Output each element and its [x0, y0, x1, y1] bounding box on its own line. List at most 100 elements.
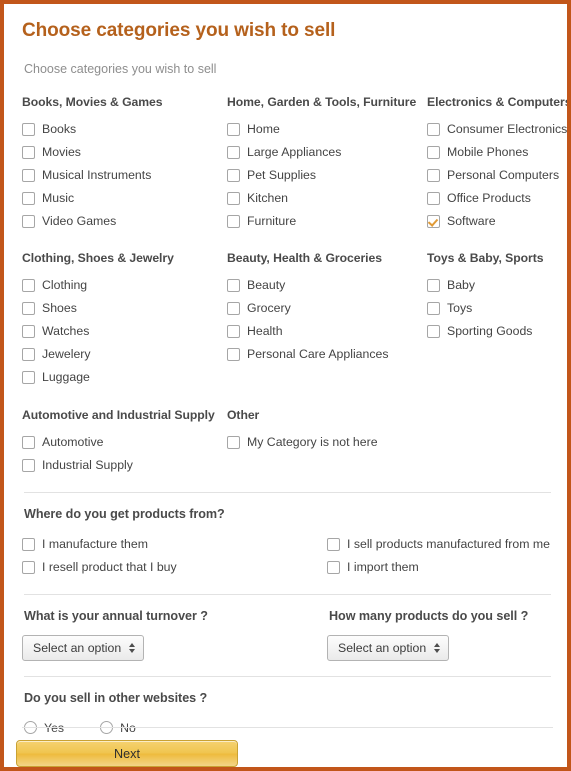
checkbox-i-sell-products-manufactured-from-me[interactable]: [327, 537, 340, 551]
checkbox-row-automotive[interactable]: Automotive: [22, 431, 223, 454]
divider-above-other-websites: [24, 675, 551, 677]
checkbox-label: Movies: [42, 145, 81, 160]
checkbox-shoes[interactable]: [22, 301, 35, 315]
checkbox-row-mobile-phones[interactable]: Mobile Phones: [427, 141, 567, 164]
checkbox-toys[interactable]: [427, 301, 440, 315]
checkbox-row-music[interactable]: Music: [22, 187, 223, 210]
checkbox-label: Music: [42, 191, 75, 206]
checkbox-i-resell-product-that-i-buy[interactable]: [22, 560, 35, 574]
checkbox-label: Home: [247, 122, 280, 137]
turnover-select[interactable]: Select an option: [22, 634, 145, 661]
checkbox-row-pet-supplies[interactable]: Pet Supplies: [227, 164, 423, 187]
checkbox-label: Toys: [447, 301, 473, 316]
checkbox-industrial-supply[interactable]: [22, 458, 35, 472]
questions-grid: What is your annual turnover ? Select an…: [22, 595, 553, 661]
signup-categories-page: Choose categories you wish to sell Choos…: [0, 0, 571, 771]
checkbox-consumer-electronics[interactable]: [427, 122, 440, 136]
checkbox-software[interactable]: [427, 214, 440, 228]
checkbox-row-toys[interactable]: Toys: [427, 297, 549, 320]
checkbox-beauty[interactable]: [227, 278, 240, 292]
checkbox-personal-care-appliances[interactable]: [227, 347, 240, 361]
checkbox-label: Office Products: [447, 191, 531, 206]
checkbox-mobile-phones[interactable]: [427, 145, 440, 159]
checkbox-row-musical-instruments[interactable]: Musical Instruments: [22, 164, 223, 187]
checkbox-row-i-manufacture-them[interactable]: I manufacture them: [22, 533, 327, 556]
checkbox-home[interactable]: [227, 122, 240, 136]
checkbox-luggage[interactable]: [22, 370, 35, 384]
checkbox-grocery[interactable]: [227, 301, 240, 315]
checkbox-label: Automotive: [42, 435, 104, 450]
checkbox-my-category-is-not-here[interactable]: [227, 435, 240, 449]
checkbox-row-luggage[interactable]: Luggage: [22, 366, 223, 389]
checkbox-video-games[interactable]: [22, 214, 35, 228]
checkbox-row-personal-computers[interactable]: Personal Computers: [427, 164, 567, 187]
checkbox-books[interactable]: [22, 122, 35, 136]
checkbox-row-jewelery[interactable]: Jewelery: [22, 343, 223, 366]
checkbox-row-i-sell-products-manufactured-from-me[interactable]: I sell products manufactured from me: [327, 533, 553, 556]
checkbox-row-software[interactable]: Software: [427, 210, 567, 233]
checkbox-label: Beauty: [247, 278, 286, 293]
checkbox-watches[interactable]: [22, 324, 35, 338]
checkbox-row-watches[interactable]: Watches: [22, 320, 223, 343]
checkbox-label: Kitchen: [247, 191, 289, 206]
checkbox-label: I sell products manufactured from me: [347, 537, 550, 552]
checkbox-row-shoes[interactable]: Shoes: [22, 297, 223, 320]
checkbox-baby[interactable]: [427, 278, 440, 292]
category-column-title: Toys & Baby, Sports: [427, 250, 544, 265]
checkbox-personal-computers[interactable]: [427, 168, 440, 182]
checkbox-large-appliances[interactable]: [227, 145, 240, 159]
checkbox-office-products[interactable]: [427, 191, 440, 205]
checkbox-musical-instruments[interactable]: [22, 168, 35, 182]
checkbox-row-health[interactable]: Health: [227, 320, 423, 343]
checkbox-row-sporting-goods[interactable]: Sporting Goods: [427, 320, 549, 343]
checkbox-movies[interactable]: [22, 145, 35, 159]
checkbox-pet-supplies[interactable]: [227, 168, 240, 182]
turnover-select-value: Select an option: [33, 640, 122, 655]
checkbox-clothing[interactable]: [22, 278, 35, 292]
checkbox-row-industrial-supply[interactable]: Industrial Supply: [22, 454, 223, 477]
checkbox-label: Clothing: [42, 278, 88, 293]
checkbox-row-consumer-electronics[interactable]: Consumer Electronics: [427, 118, 567, 141]
checkbox-jewelery[interactable]: [22, 347, 35, 361]
products-count-label: How many products do you sell ?: [329, 608, 529, 623]
checkbox-row-large-appliances[interactable]: Large Appliances: [227, 141, 423, 164]
checkbox-row-i-import-them[interactable]: I import them: [327, 556, 553, 579]
category-column-title: Home, Garden & Tools, Furniture: [227, 94, 417, 109]
checkbox-label: Watches: [42, 324, 90, 339]
checkbox-row-i-resell-product-that-i-buy[interactable]: I resell product that I buy: [22, 556, 327, 579]
checkbox-row-kitchen[interactable]: Kitchen: [227, 187, 423, 210]
category-column-title: Clothing, Shoes & Jewelry: [22, 250, 174, 265]
checkbox-health[interactable]: [227, 324, 240, 338]
chevron-updown-icon: [434, 642, 441, 653]
checkbox-i-import-them[interactable]: [327, 560, 340, 574]
question-products-count: How many products do you sell ? Select a…: [327, 595, 553, 661]
checkbox-row-books[interactable]: Books: [22, 118, 223, 141]
checkbox-music[interactable]: [22, 191, 35, 205]
checkbox-row-clothing[interactable]: Clothing: [22, 274, 223, 297]
checkbox-row-my-category-is-not-here[interactable]: My Category is not here: [227, 431, 549, 454]
checkbox-row-home[interactable]: Home: [227, 118, 423, 141]
checkbox-row-movies[interactable]: Movies: [22, 141, 223, 164]
divider-above-sourcing: [24, 491, 551, 493]
checkbox-row-video-games[interactable]: Video Games: [22, 210, 223, 233]
checkbox-sporting-goods[interactable]: [427, 324, 440, 338]
checkbox-label: I manufacture them: [42, 537, 148, 552]
checkbox-row-beauty[interactable]: Beauty: [227, 274, 423, 297]
checkbox-row-office-products[interactable]: Office Products: [427, 187, 567, 210]
next-button[interactable]: Next: [16, 740, 238, 767]
checkbox-label: I import them: [347, 560, 419, 575]
checkbox-label: Large Appliances: [247, 145, 342, 160]
checkbox-furniture[interactable]: [227, 214, 240, 228]
checkbox-label: Health: [247, 324, 283, 339]
checkbox-row-grocery[interactable]: Grocery: [227, 297, 423, 320]
checkbox-i-manufacture-them[interactable]: [22, 537, 35, 551]
checkbox-row-personal-care-appliances[interactable]: Personal Care Appliances: [227, 343, 423, 366]
checkbox-label: Luggage: [42, 370, 90, 385]
products-count-select[interactable]: Select an option: [327, 634, 450, 661]
checkbox-row-furniture[interactable]: Furniture: [227, 210, 423, 233]
checkbox-label: Furniture: [247, 214, 297, 229]
category-column-home-garden-tools-furniture: Home, Garden & Tools, Furniture Home Lar…: [227, 95, 427, 233]
checkbox-kitchen[interactable]: [227, 191, 240, 205]
checkbox-row-baby[interactable]: Baby: [427, 274, 549, 297]
checkbox-automotive[interactable]: [22, 435, 35, 449]
